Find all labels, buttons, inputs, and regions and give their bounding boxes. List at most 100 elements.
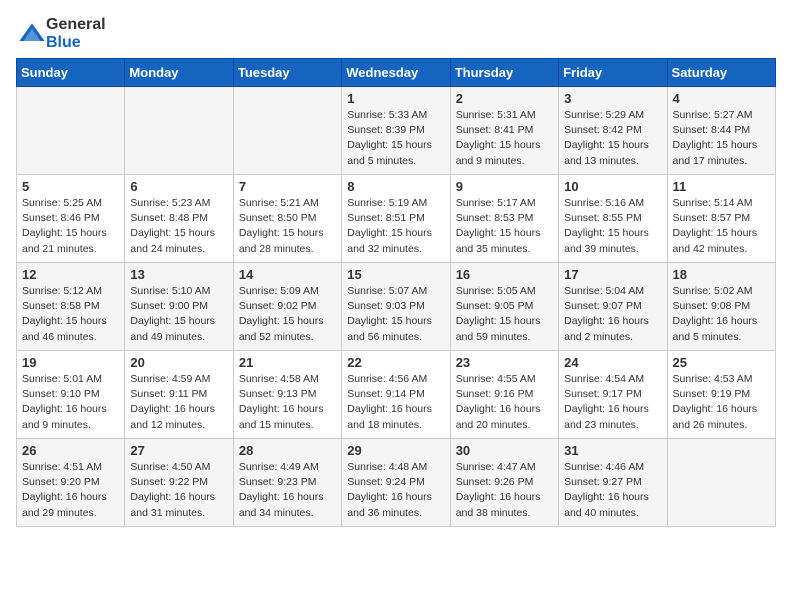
day-number: 21 xyxy=(239,355,336,370)
calendar-cell: 26 Sunrise: 4:51 AM Sunset: 9:20 PM Dayli… xyxy=(17,439,125,527)
week-row-1: 1Sunrise: 5:33 AM Sunset: 8:39 PM Daylig… xyxy=(17,87,776,175)
calendar-cell xyxy=(667,439,775,527)
week-row-2: 5Sunrise: 5:25 AM Sunset: 8:46 PM Daylig… xyxy=(17,175,776,263)
day-number: 29 xyxy=(347,443,444,458)
calendar-table: SundayMondayTuesdayWednesdayThursdayFrid… xyxy=(16,58,776,527)
day-detail: Sunrise: 4:50 AM Sunset: 9:22 PM Dayligh… xyxy=(130,460,227,521)
day-number: 25 xyxy=(673,355,770,370)
day-header-sunday: Sunday xyxy=(17,59,125,87)
day-detail: Sunrise: 4:59 AM Sunset: 9:11 PM Dayligh… xyxy=(130,372,227,433)
day-number: 15 xyxy=(347,267,444,282)
calendar-cell xyxy=(17,87,125,175)
day-detail: Sunrise: 5:31 AM Sunset: 8:41 PM Dayligh… xyxy=(456,108,553,169)
day-number: 16 xyxy=(456,267,553,282)
calendar-cell: 16 Sunrise: 5:05 AM Sunset: 9:05 PM Dayli… xyxy=(450,263,558,351)
calendar-cell: 19 Sunrise: 5:01 AM Sunset: 9:10 PM Dayli… xyxy=(17,351,125,439)
day-number: 5 xyxy=(22,179,119,194)
calendar-cell: 6Sunrise: 5:23 AM Sunset: 8:48 PM Daylig… xyxy=(125,175,233,263)
day-detail: Sunrise: 5:12 AM Sunset: 8:58 PM Dayligh… xyxy=(22,284,119,345)
calendar-cell: 17Sunrise: 5:04 AM Sunset: 9:07 PM Dayli… xyxy=(559,263,667,351)
day-number: 13 xyxy=(130,267,227,282)
day-detail: Sunrise: 4:56 AM Sunset: 9:14 PM Dayligh… xyxy=(347,372,444,433)
day-number: 18 xyxy=(673,267,770,282)
calendar-cell xyxy=(125,87,233,175)
day-detail: Sunrise: 5:16 AM Sunset: 8:55 PM Dayligh… xyxy=(564,196,661,257)
day-header-thursday: Thursday xyxy=(450,59,558,87)
calendar-cell: 11 Sunrise: 5:14 AM Sunset: 8:57 PM Dayli… xyxy=(667,175,775,263)
day-detail: Sunrise: 5:29 AM Sunset: 8:42 PM Dayligh… xyxy=(564,108,661,169)
calendar-cell: 8 Sunrise: 5:19 AM Sunset: 8:51 PM Daylig… xyxy=(342,175,450,263)
calendar-cell: 12 Sunrise: 5:12 AM Sunset: 8:58 PM Dayli… xyxy=(17,263,125,351)
day-number: 19 xyxy=(22,355,119,370)
calendar-cell: 18 Sunrise: 5:02 AM Sunset: 9:08 PM Dayli… xyxy=(667,263,775,351)
day-detail: Sunrise: 5:21 AM Sunset: 8:50 PM Dayligh… xyxy=(239,196,336,257)
calendar-cell: 29 Sunrise: 4:48 AM Sunset: 9:24 PM Dayli… xyxy=(342,439,450,527)
calendar-cell: 28 Sunrise: 4:49 AM Sunset: 9:23 PM Dayli… xyxy=(233,439,341,527)
day-detail: Sunrise: 5:33 AM Sunset: 8:39 PM Dayligh… xyxy=(347,108,444,169)
day-detail: Sunrise: 5:19 AM Sunset: 8:51 PM Dayligh… xyxy=(347,196,444,257)
day-detail: Sunrise: 4:49 AM Sunset: 9:23 PM Dayligh… xyxy=(239,460,336,521)
calendar-cell: 13 Sunrise: 5:10 AM Sunset: 9:00 PM Dayli… xyxy=(125,263,233,351)
calendar-cell xyxy=(233,87,341,175)
calendar-cell: 9Sunrise: 5:17 AM Sunset: 8:53 PM Daylig… xyxy=(450,175,558,263)
day-number: 30 xyxy=(456,443,553,458)
calendar-cell: 30 Sunrise: 4:47 AM Sunset: 9:26 PM Dayli… xyxy=(450,439,558,527)
day-number: 8 xyxy=(347,179,444,194)
calendar-cell: 2Sunrise: 5:31 AM Sunset: 8:41 PM Daylig… xyxy=(450,87,558,175)
day-detail: Sunrise: 5:14 AM Sunset: 8:57 PM Dayligh… xyxy=(673,196,770,257)
day-number: 14 xyxy=(239,267,336,282)
calendar-cell: 5Sunrise: 5:25 AM Sunset: 8:46 PM Daylig… xyxy=(17,175,125,263)
calendar-cell: 25 Sunrise: 4:53 AM Sunset: 9:19 PM Dayli… xyxy=(667,351,775,439)
day-number: 11 xyxy=(673,179,770,194)
day-detail: Sunrise: 5:02 AM Sunset: 9:08 PM Dayligh… xyxy=(673,284,770,345)
day-header-monday: Monday xyxy=(125,59,233,87)
calendar-cell: 15 Sunrise: 5:07 AM Sunset: 9:03 PM Dayli… xyxy=(342,263,450,351)
calendar-cell: 14 Sunrise: 5:09 AM Sunset: 9:02 PM Dayli… xyxy=(233,263,341,351)
day-detail: Sunrise: 4:55 AM Sunset: 9:16 PM Dayligh… xyxy=(456,372,553,433)
day-number: 4 xyxy=(673,91,770,106)
day-detail: Sunrise: 5:05 AM Sunset: 9:05 PM Dayligh… xyxy=(456,284,553,345)
day-detail: Sunrise: 4:58 AM Sunset: 9:13 PM Dayligh… xyxy=(239,372,336,433)
calendar-cell: 23 Sunrise: 4:55 AM Sunset: 9:16 PM Dayli… xyxy=(450,351,558,439)
day-number: 31 xyxy=(564,443,661,458)
week-row-4: 19 Sunrise: 5:01 AM Sunset: 9:10 PM Dayli… xyxy=(17,351,776,439)
day-number: 23 xyxy=(456,355,553,370)
calendar-cell: 20 Sunrise: 4:59 AM Sunset: 9:11 PM Dayli… xyxy=(125,351,233,439)
day-number: 22 xyxy=(347,355,444,370)
day-detail: Sunrise: 5:10 AM Sunset: 9:00 PM Dayligh… xyxy=(130,284,227,345)
calendar-cell: 27 Sunrise: 4:50 AM Sunset: 9:22 PM Dayli… xyxy=(125,439,233,527)
day-detail: Sunrise: 4:51 AM Sunset: 9:20 PM Dayligh… xyxy=(22,460,119,521)
day-detail: Sunrise: 4:48 AM Sunset: 9:24 PM Dayligh… xyxy=(347,460,444,521)
day-number: 28 xyxy=(239,443,336,458)
calendar-cell: 21 Sunrise: 4:58 AM Sunset: 9:13 PM Dayli… xyxy=(233,351,341,439)
day-detail: Sunrise: 4:53 AM Sunset: 9:19 PM Dayligh… xyxy=(673,372,770,433)
week-row-5: 26 Sunrise: 4:51 AM Sunset: 9:20 PM Dayli… xyxy=(17,439,776,527)
day-number: 7 xyxy=(239,179,336,194)
day-number: 3 xyxy=(564,91,661,106)
calendar-cell: 7 Sunrise: 5:21 AM Sunset: 8:50 PM Daylig… xyxy=(233,175,341,263)
day-number: 10 xyxy=(564,179,661,194)
calendar-cell: 24 Sunrise: 4:54 AM Sunset: 9:17 PM Dayli… xyxy=(559,351,667,439)
logo-icon xyxy=(18,20,46,48)
day-detail: Sunrise: 5:01 AM Sunset: 9:10 PM Dayligh… xyxy=(22,372,119,433)
day-number: 27 xyxy=(130,443,227,458)
day-number: 12 xyxy=(22,267,119,282)
day-number: 26 xyxy=(22,443,119,458)
day-number: 24 xyxy=(564,355,661,370)
day-detail: Sunrise: 4:54 AM Sunset: 9:17 PM Dayligh… xyxy=(564,372,661,433)
calendar-cell: 10 Sunrise: 5:16 AM Sunset: 8:55 PM Dayli… xyxy=(559,175,667,263)
calendar-cell: 31Sunrise: 4:46 AM Sunset: 9:27 PM Dayli… xyxy=(559,439,667,527)
calendar-cell: 1Sunrise: 5:33 AM Sunset: 8:39 PM Daylig… xyxy=(342,87,450,175)
day-number: 6 xyxy=(130,179,227,194)
day-number: 17 xyxy=(564,267,661,282)
day-number: 20 xyxy=(130,355,227,370)
calendar-cell: 3 Sunrise: 5:29 AM Sunset: 8:42 PM Daylig… xyxy=(559,87,667,175)
day-detail: Sunrise: 5:27 AM Sunset: 8:44 PM Dayligh… xyxy=(673,108,770,169)
week-row-3: 12 Sunrise: 5:12 AM Sunset: 8:58 PM Dayli… xyxy=(17,263,776,351)
day-header-tuesday: Tuesday xyxy=(233,59,341,87)
day-detail: Sunrise: 5:09 AM Sunset: 9:02 PM Dayligh… xyxy=(239,284,336,345)
day-header-friday: Friday xyxy=(559,59,667,87)
day-detail: Sunrise: 5:07 AM Sunset: 9:03 PM Dayligh… xyxy=(347,284,444,345)
day-detail: Sunrise: 4:47 AM Sunset: 9:26 PM Dayligh… xyxy=(456,460,553,521)
day-header-saturday: Saturday xyxy=(667,59,775,87)
